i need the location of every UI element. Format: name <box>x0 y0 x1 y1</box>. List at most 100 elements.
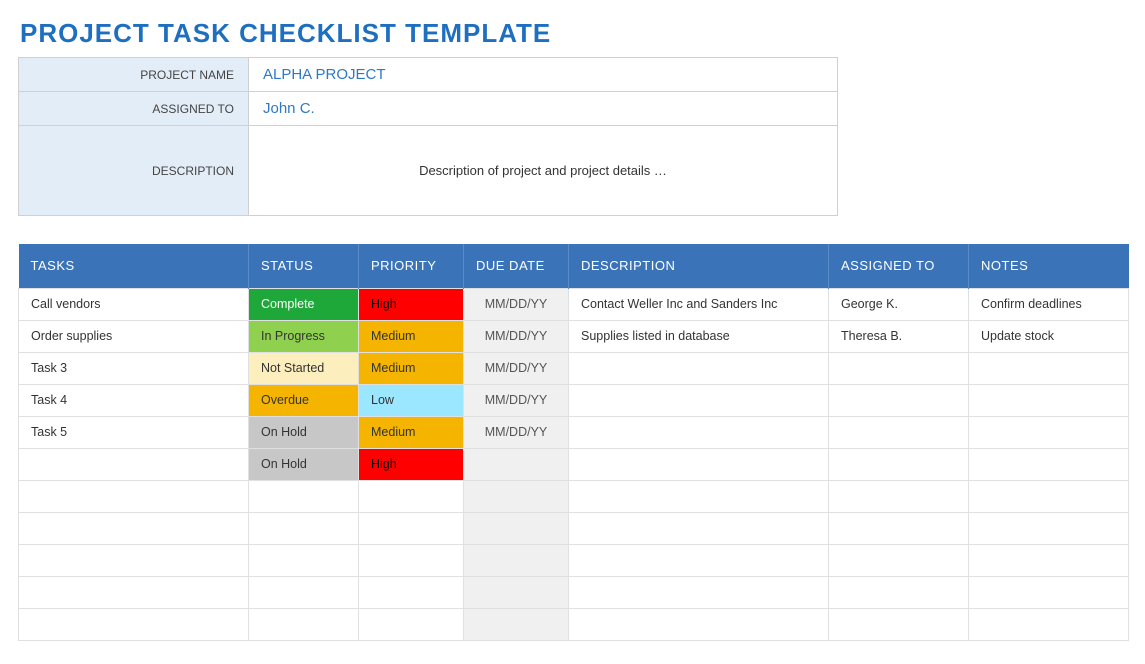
col-notes: NOTES <box>969 244 1129 288</box>
cell-due-date[interactable] <box>464 576 569 608</box>
cell-notes[interactable]: Update stock <box>969 320 1129 352</box>
cell-notes[interactable] <box>969 352 1129 384</box>
value-project-name[interactable]: ALPHA PROJECT <box>249 58 838 92</box>
cell-notes[interactable] <box>969 608 1129 640</box>
cell-description[interactable] <box>569 416 829 448</box>
col-priority: PRIORITY <box>359 244 464 288</box>
cell-description[interactable]: Supplies listed in database <box>569 320 829 352</box>
cell-description[interactable] <box>569 512 829 544</box>
cell-assigned[interactable] <box>829 512 969 544</box>
cell-status[interactable]: On Hold <box>249 416 359 448</box>
task-table-header: TASKS STATUS PRIORITY DUE DATE DESCRIPTI… <box>19 244 1129 288</box>
table-row: Task 4OverdueLowMM/DD/YY <box>19 384 1129 416</box>
cell-priority[interactable] <box>359 480 464 512</box>
cell-status[interactable] <box>249 576 359 608</box>
col-status: STATUS <box>249 244 359 288</box>
cell-status[interactable]: In Progress <box>249 320 359 352</box>
cell-task[interactable]: Task 4 <box>19 384 249 416</box>
cell-status[interactable] <box>249 608 359 640</box>
cell-description[interactable] <box>569 544 829 576</box>
cell-due-date[interactable]: MM/DD/YY <box>464 352 569 384</box>
cell-task[interactable]: Order supplies <box>19 320 249 352</box>
cell-notes[interactable] <box>969 384 1129 416</box>
value-description[interactable]: Description of project and project detai… <box>249 126 838 216</box>
cell-due-date[interactable] <box>464 544 569 576</box>
cell-due-date[interactable]: MM/DD/YY <box>464 384 569 416</box>
value-assigned-to[interactable]: John C. <box>249 92 838 126</box>
cell-notes[interactable] <box>969 480 1129 512</box>
table-row: Call vendorsCompleteHighMM/DD/YYContact … <box>19 288 1129 320</box>
cell-status[interactable]: Overdue <box>249 384 359 416</box>
cell-priority[interactable]: Medium <box>359 416 464 448</box>
cell-assigned[interactable]: George K. <box>829 288 969 320</box>
cell-description[interactable] <box>569 448 829 480</box>
cell-task[interactable] <box>19 576 249 608</box>
cell-task[interactable]: Task 5 <box>19 416 249 448</box>
cell-assigned[interactable] <box>829 480 969 512</box>
cell-priority[interactable] <box>359 576 464 608</box>
cell-status[interactable] <box>249 512 359 544</box>
cell-priority[interactable]: Low <box>359 384 464 416</box>
cell-priority[interactable]: High <box>359 288 464 320</box>
cell-due-date[interactable]: MM/DD/YY <box>464 320 569 352</box>
cell-due-date[interactable] <box>464 448 569 480</box>
cell-status[interactable]: Not Started <box>249 352 359 384</box>
cell-due-date[interactable] <box>464 480 569 512</box>
cell-priority[interactable]: Medium <box>359 320 464 352</box>
cell-task[interactable] <box>19 448 249 480</box>
cell-due-date[interactable]: MM/DD/YY <box>464 288 569 320</box>
cell-assigned[interactable] <box>829 352 969 384</box>
label-assigned-to: ASSIGNED TO <box>19 92 249 126</box>
cell-assigned[interactable] <box>829 416 969 448</box>
cell-notes[interactable] <box>969 512 1129 544</box>
cell-notes[interactable]: Confirm deadlines <box>969 288 1129 320</box>
cell-status[interactable] <box>249 544 359 576</box>
label-project-name: PROJECT NAME <box>19 58 249 92</box>
table-row: Task 3Not StartedMediumMM/DD/YY <box>19 352 1129 384</box>
cell-priority[interactable]: Medium <box>359 352 464 384</box>
cell-task[interactable]: Task 3 <box>19 352 249 384</box>
cell-description[interactable] <box>569 608 829 640</box>
cell-status[interactable]: Complete <box>249 288 359 320</box>
cell-description[interactable] <box>569 576 829 608</box>
cell-notes[interactable] <box>969 576 1129 608</box>
col-due-date: DUE DATE <box>464 244 569 288</box>
cell-description[interactable] <box>569 480 829 512</box>
cell-assigned[interactable] <box>829 576 969 608</box>
cell-priority[interactable] <box>359 544 464 576</box>
cell-task[interactable] <box>19 608 249 640</box>
cell-description[interactable] <box>569 384 829 416</box>
cell-assigned[interactable] <box>829 384 969 416</box>
cell-priority[interactable] <box>359 512 464 544</box>
cell-due-date[interactable]: MM/DD/YY <box>464 416 569 448</box>
col-assigned-to: ASSIGNED TO <box>829 244 969 288</box>
cell-priority[interactable] <box>359 608 464 640</box>
cell-task[interactable] <box>19 512 249 544</box>
cell-task[interactable] <box>19 480 249 512</box>
cell-description[interactable]: Contact Weller Inc and Sanders Inc <box>569 288 829 320</box>
table-row: Task 5On HoldMediumMM/DD/YY <box>19 416 1129 448</box>
table-row: On HoldHigh <box>19 448 1129 480</box>
cell-status[interactable]: On Hold <box>249 448 359 480</box>
table-row <box>19 480 1129 512</box>
cell-priority[interactable]: High <box>359 448 464 480</box>
cell-assigned[interactable] <box>829 448 969 480</box>
cell-task[interactable]: Call vendors <box>19 288 249 320</box>
table-row: Order suppliesIn ProgressMediumMM/DD/YYS… <box>19 320 1129 352</box>
col-tasks: TASKS <box>19 244 249 288</box>
cell-due-date[interactable] <box>464 512 569 544</box>
cell-notes[interactable] <box>969 544 1129 576</box>
table-row <box>19 608 1129 640</box>
page-title: PROJECT TASK CHECKLIST TEMPLATE <box>20 18 1127 49</box>
cell-description[interactable] <box>569 352 829 384</box>
cell-notes[interactable] <box>969 416 1129 448</box>
cell-assigned[interactable] <box>829 544 969 576</box>
cell-assigned[interactable]: Theresa B. <box>829 320 969 352</box>
cell-notes[interactable] <box>969 448 1129 480</box>
table-row <box>19 576 1129 608</box>
cell-status[interactable] <box>249 480 359 512</box>
cell-assigned[interactable] <box>829 608 969 640</box>
cell-due-date[interactable] <box>464 608 569 640</box>
table-row <box>19 512 1129 544</box>
cell-task[interactable] <box>19 544 249 576</box>
